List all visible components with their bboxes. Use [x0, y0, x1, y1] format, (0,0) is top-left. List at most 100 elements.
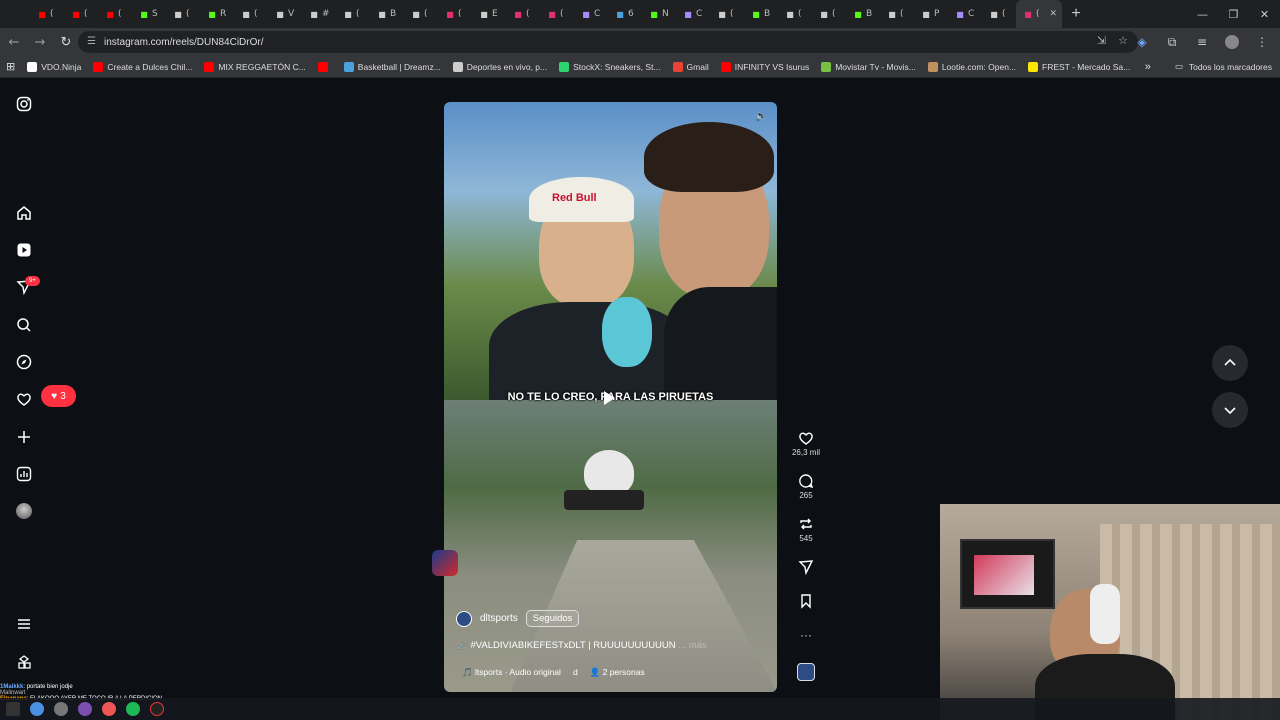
bookmark-item[interactable]: INFINITY VS Isurus — [715, 61, 815, 72]
like-action[interactable]: 26,3 mil — [786, 430, 826, 457]
browser-tab[interactable]: ■ C — [574, 0, 608, 28]
recording-icon[interactable] — [150, 702, 164, 716]
bookmark-item[interactable]: MIX REGGAETÓN C... — [198, 61, 311, 72]
comment-action[interactable]: 265 — [786, 473, 826, 500]
apps-grid-icon[interactable]: ⊞ — [0, 60, 21, 73]
browser-tab[interactable]: ■( — [336, 0, 370, 28]
search-icon[interactable] — [14, 315, 34, 335]
browser-tab[interactable]: ■ C — [948, 0, 982, 28]
reel-caption[interactable]: 🚲 #VALDIVIABIKEFESTxDLT | RUUUUUUUUUUN .… — [456, 640, 707, 651]
tagged-people[interactable]: 👤 2 personas — [590, 667, 645, 678]
browser-tab[interactable]: ■( — [880, 0, 914, 28]
browser-tab[interactable]: ■( — [812, 0, 846, 28]
floating-app-icon[interactable] — [432, 550, 458, 576]
browser-tab[interactable]: ■( — [30, 0, 64, 28]
all-bookmarks-button[interactable]: Todos los marcadores — [1189, 62, 1272, 72]
address-bar[interactable]: ☰ instagram.com/reels/DUN84CiDrOr/ ⇲ ☆ — [78, 31, 1138, 53]
site-info-icon[interactable]: ☰ — [87, 36, 96, 47]
reload-button[interactable]: ↻ — [54, 30, 78, 54]
instagram-logo-icon[interactable] — [14, 94, 34, 114]
browser-tab[interactable]: ■( — [404, 0, 438, 28]
next-reel-button[interactable] — [1212, 392, 1248, 428]
browser-tab[interactable]: ■( — [64, 0, 98, 28]
bookmarks-overflow-button[interactable]: » — [1145, 61, 1151, 73]
restore-button[interactable]: ❐ — [1218, 0, 1249, 28]
browser-tab[interactable]: ■ S — [132, 0, 166, 28]
browser-tab[interactable]: ■( — [506, 0, 540, 28]
browser-tab[interactable]: ■ (✕ — [1016, 0, 1062, 28]
explore-compass-icon[interactable] — [14, 352, 34, 372]
media-controls-icon[interactable]: ≡ — [1190, 30, 1214, 54]
close-tab-icon[interactable]: ✕ — [1050, 9, 1058, 19]
browser-tab[interactable]: ■ P — [914, 0, 948, 28]
bookmark-item[interactable] — [312, 61, 338, 72]
browser-tab[interactable]: ■( — [778, 0, 812, 28]
browser-tab[interactable]: ■ B — [370, 0, 404, 28]
author-username[interactable]: dltsports — [480, 613, 518, 624]
browser-tab[interactable]: ■( — [710, 0, 744, 28]
profile-avatar[interactable] — [14, 501, 34, 521]
forward-button[interactable]: → — [28, 30, 52, 54]
home-icon[interactable] — [14, 203, 34, 223]
extensions-puzzle-icon[interactable]: ⧉ — [1160, 30, 1184, 54]
audio-thumb[interactable] — [786, 663, 826, 681]
explorer-icon[interactable] — [54, 702, 68, 716]
bookmark-item[interactable]: Gmail — [667, 61, 715, 72]
save-action[interactable] — [786, 593, 826, 611]
previous-reel-button[interactable] — [1212, 345, 1248, 381]
browser-tab[interactable]: ■ 6 — [608, 0, 642, 28]
dashboard-icon[interactable] — [14, 464, 34, 484]
bookmark-item[interactable]: Movistar Tv - Movis... — [815, 61, 922, 72]
author-avatar[interactable] — [456, 610, 472, 627]
bookmark-item[interactable]: Deportes en vivo, p... — [447, 61, 553, 72]
browser-tab[interactable]: ■( — [98, 0, 132, 28]
minimize-button[interactable]: — — [1187, 0, 1218, 28]
browser-tab[interactable]: ■ E — [472, 0, 506, 28]
caption-more-link[interactable]: ... más — [678, 640, 707, 651]
new-tab-button[interactable]: + — [1062, 5, 1090, 23]
spotify-icon[interactable] — [126, 702, 140, 716]
browser-tab[interactable]: ■( — [234, 0, 268, 28]
share-action[interactable] — [786, 559, 826, 577]
bookmark-item[interactable]: Basketball | Dreamz... — [338, 61, 447, 72]
browser-tab[interactable]: ■( — [438, 0, 472, 28]
app-icon[interactable] — [102, 702, 116, 716]
start-icon[interactable] — [6, 702, 20, 716]
repost-action[interactable]: 545 — [786, 516, 826, 543]
bookmark-item[interactable]: Create a Dulces Chil... — [87, 61, 198, 72]
browser-tab[interactable]: ■ B — [744, 0, 778, 28]
browser-tab[interactable]: ■ R — [200, 0, 234, 28]
extension-icon[interactable]: ◈ — [1130, 30, 1154, 54]
more-menu-icon[interactable] — [14, 614, 34, 634]
also-from-meta-icon[interactable] — [14, 652, 34, 672]
chrome-icon[interactable] — [30, 702, 44, 716]
bookmark-item[interactable]: Lootie.com: Open... — [922, 61, 1022, 72]
audio-link[interactable]: 🎵 ltsports · Audio original — [462, 667, 561, 678]
activity-pill[interactable]: ♥ 3 — [41, 385, 76, 407]
notifications-heart-icon[interactable] — [14, 389, 34, 409]
browser-tab[interactable]: ■( — [166, 0, 200, 28]
browser-menu-icon[interactable]: ⋮ — [1250, 30, 1274, 54]
bookmark-star-icon[interactable]: ☆ — [1118, 34, 1128, 47]
back-button[interactable]: ← — [2, 30, 26, 54]
obs-icon[interactable] — [78, 702, 92, 716]
bookmark-item[interactable]: StockX: Sneakers, St... — [553, 61, 666, 72]
browser-tab[interactable]: ■ V — [268, 0, 302, 28]
bookmark-item[interactable]: VDO.Ninja — [21, 61, 87, 72]
browser-tab[interactable]: ■ # — [302, 0, 336, 28]
more-options-icon[interactable]: ··· — [786, 628, 826, 642]
reels-icon[interactable] — [14, 240, 34, 260]
browser-tab[interactable]: ■( — [540, 0, 574, 28]
browser-tab[interactable]: ■ C — [676, 0, 710, 28]
browser-tab[interactable]: ■( — [982, 0, 1016, 28]
browser-tab[interactable]: ■ B — [846, 0, 880, 28]
bookmark-item[interactable]: FREST - Mercado Sa... — [1022, 61, 1136, 72]
mute-icon[interactable]: 🔈 — [755, 111, 769, 125]
profile-avatar[interactable] — [1220, 30, 1244, 54]
create-plus-icon[interactable] — [14, 427, 34, 447]
install-app-icon[interactable]: ⇲ — [1097, 34, 1106, 47]
browser-tab[interactable]: ■ N — [642, 0, 676, 28]
reel-video[interactable]: Red Bull 🔈 NO TE LO CREO, PARA LAS PIRUE… — [444, 102, 777, 692]
following-button[interactable]: Seguidos — [525, 610, 580, 627]
close-window-button[interactable]: ✕ — [1249, 0, 1280, 28]
